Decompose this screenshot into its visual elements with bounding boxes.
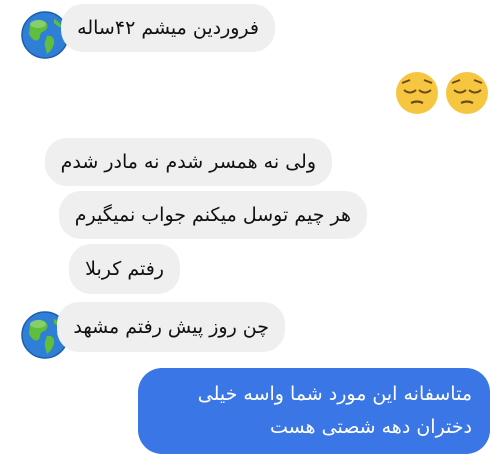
message-bubble[interactable]: چن روز پیش رفتم مشهد (57, 302, 285, 352)
pensive-face-icon (394, 70, 440, 116)
message-bubble[interactable]: رفتم کربلا (69, 244, 180, 294)
chat-thread: فروردین میشم ۴۲ساله ولی نه همسر شدم نه م… (0, 0, 500, 472)
emoji-message[interactable] (394, 70, 490, 116)
pensive-face-icon (444, 70, 490, 116)
message-bubble[interactable]: هر چیم توسل میکنم جواب نمیگیرم (58, 191, 367, 239)
message-bubble[interactable]: فروردین میشم ۴۲ساله (61, 4, 275, 52)
message-bubble[interactable]: ولی نه همسر شدم نه مادر شدم (44, 138, 332, 186)
message-bubble-outgoing[interactable]: متاسفانه این مورد شما واسه خیلی دختران د… (138, 368, 490, 454)
